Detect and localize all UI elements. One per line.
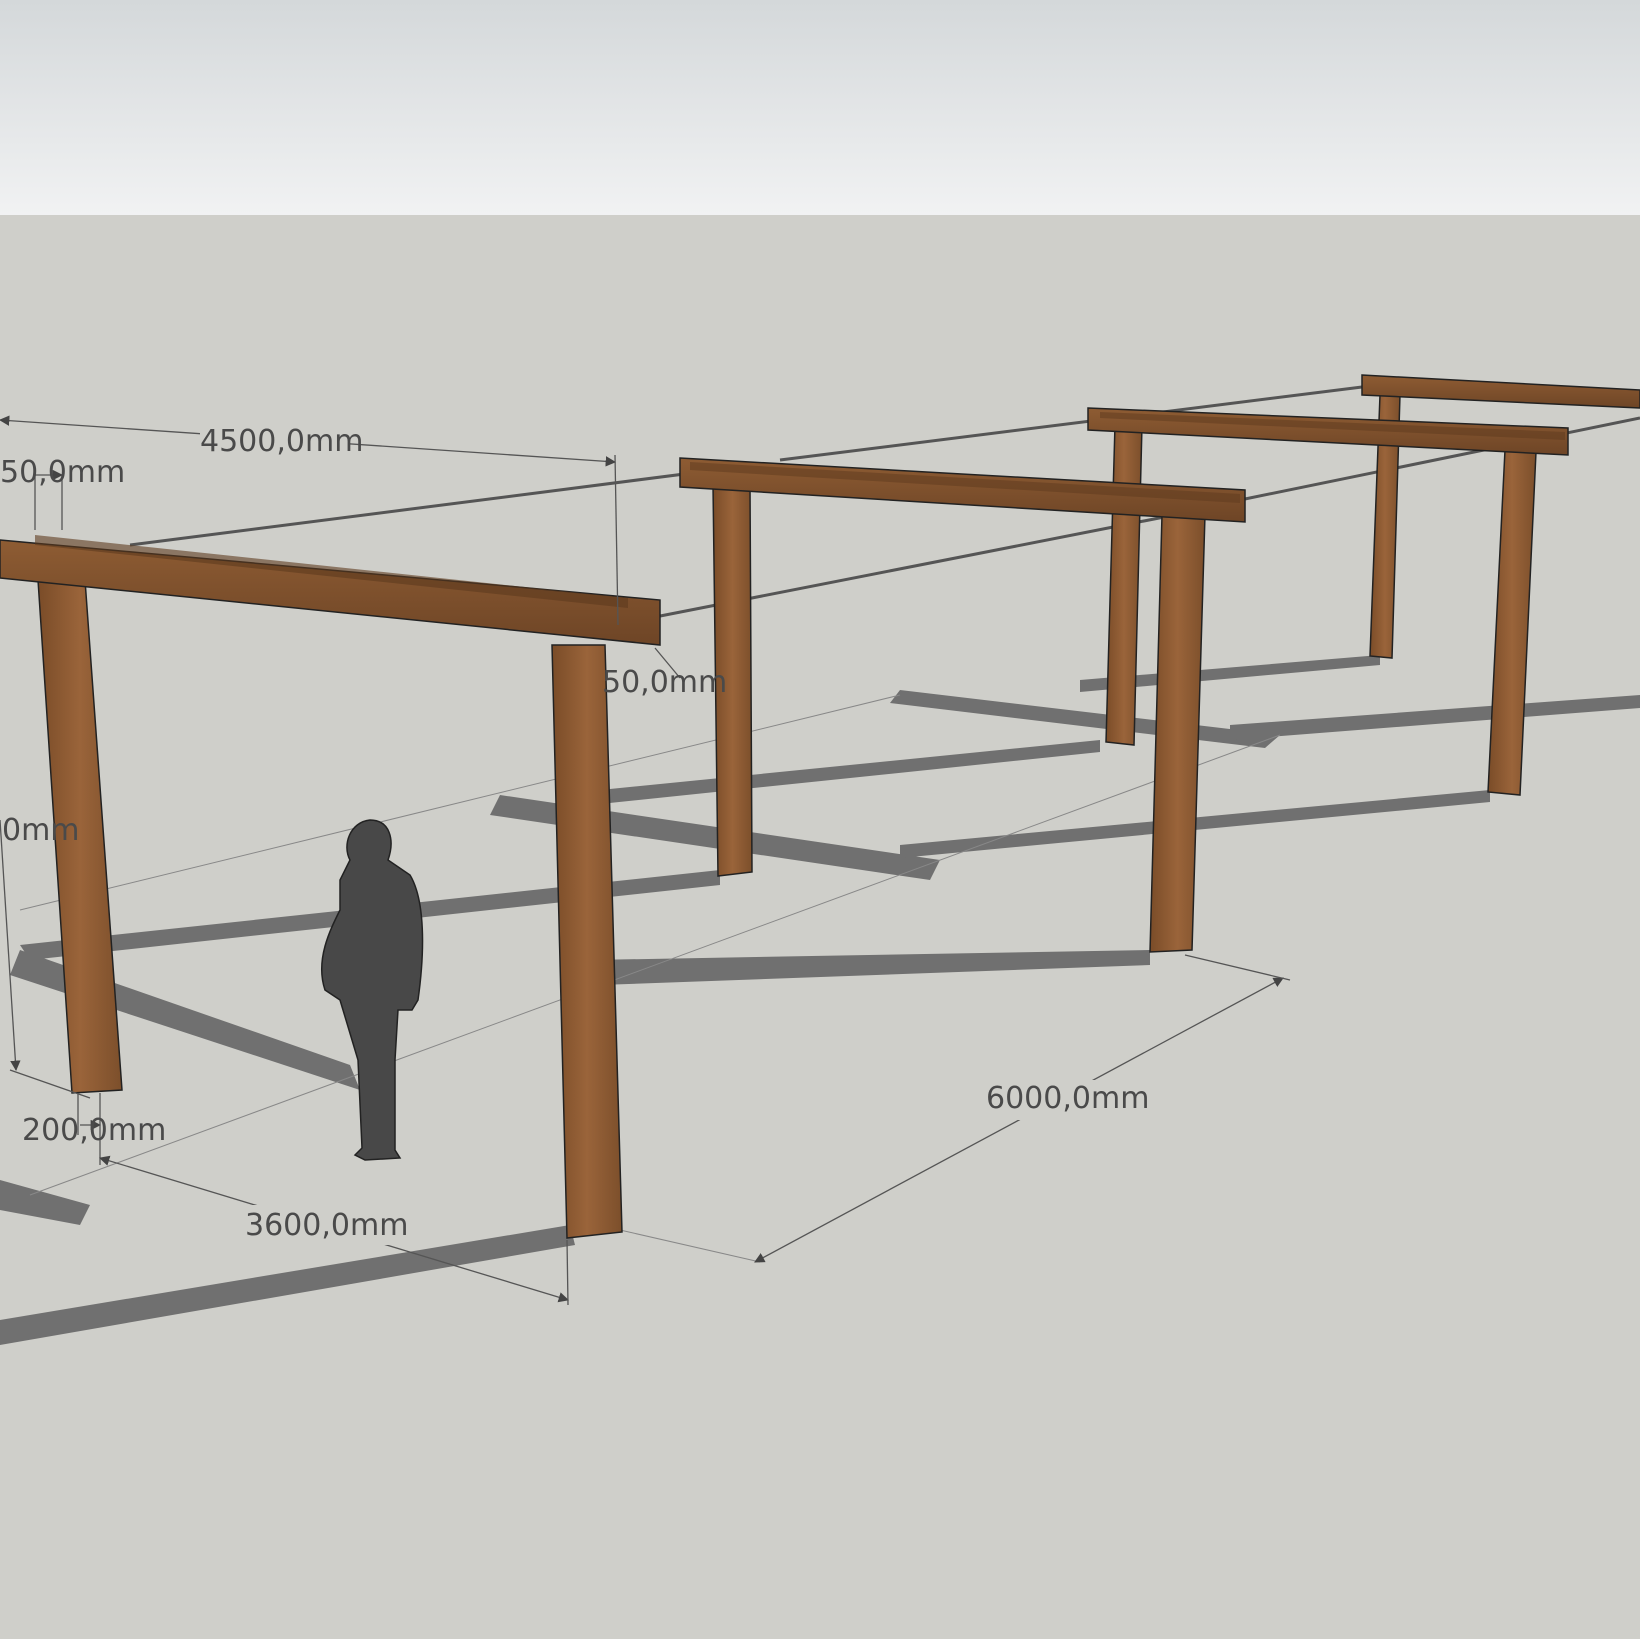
dim-label-50-front: 50,0mm: [602, 665, 727, 700]
dim-label-height: 0mm: [2, 813, 80, 848]
sky: [0, 0, 1640, 215]
dim-label-200: 200,0mm: [22, 1113, 166, 1148]
dim-label-4500: 4500,0mm: [200, 424, 363, 459]
dim-label-3600: 3600,0mm: [245, 1208, 408, 1243]
dim-label-6000: 6000,0mm: [986, 1081, 1149, 1116]
pergola-scene: 4500,0mm 50,0mm 50,0mm 0mm 200,0mm 3600,…: [0, 0, 1640, 1639]
dim-label-50-top: 50,0mm: [0, 455, 125, 490]
